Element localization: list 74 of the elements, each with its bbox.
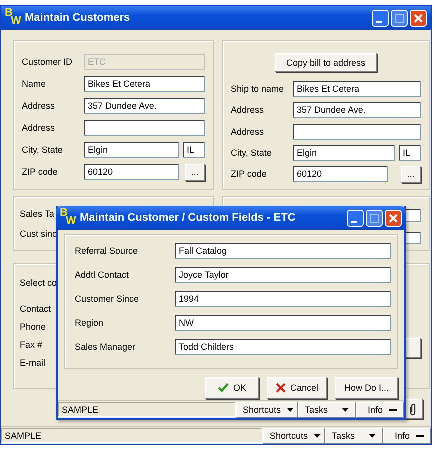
status-menu[interactable]: Info [383,428,431,444]
minimize-icon [351,220,357,222]
field-label: Addtl Contact [75,270,130,280]
text-field[interactable]: Todd Childers [175,339,391,355]
field-label: Name [22,79,48,89]
status-menu[interactable]: Shortcuts [263,428,325,444]
state-field[interactable]: IL [399,144,421,161]
dash-icon [416,434,424,436]
minimize-icon [376,20,382,22]
zip-field[interactable]: 60120 [293,166,388,182]
field-label: City, State [231,148,273,158]
minimize-button[interactable] [347,210,364,226]
status-text: SAMPLE [58,402,236,417]
caret-icon [314,434,322,438]
status-menu[interactable]: Info [356,402,404,418]
field-label: Address [22,101,56,111]
text-field[interactable]: Bikes Et Cetera [293,80,421,97]
field-label: Address [231,105,266,116]
field-label: Cust sinc [20,229,58,239]
status-menu[interactable]: Tasks [325,428,383,444]
copy-button[interactable]: Copy bill to address [275,53,377,72]
city-field[interactable]: Elgin [293,144,395,161]
minimize-button[interactable] [372,10,389,26]
text-field[interactable]: Joyce Taylor [175,267,391,283]
lookup-button[interactable]: ... [401,166,421,183]
field-label: Phone [20,322,46,332]
caret-icon [287,408,294,412]
field-label: Customer Since [75,294,140,304]
check-icon [218,383,230,393]
close-button[interactable] [410,10,427,26]
field-label: Customer ID [22,57,74,67]
window-title: Maintain Customers [25,12,132,24]
state-field[interactable]: IL [183,142,205,158]
field-label: Address [22,123,56,133]
text-field[interactable] [84,120,205,136]
field-label: E-mail [20,358,46,368]
dash-icon [389,408,397,410]
paperclip-icon [409,402,417,416]
status-menu[interactable]: Shortcuts [236,402,298,418]
field-label: ZIP code [231,169,268,180]
close-button[interactable] [385,210,402,226]
status-text: SAMPLE [1,428,263,443]
maximize-button[interactable] [366,210,383,226]
status-menu[interactable]: Tasks [298,402,356,418]
text-field[interactable]: Bikes Et Cetera [84,76,205,92]
text-field[interactable]: Fall Catalog [175,243,391,259]
app-logo: B W [5,9,21,27]
zip-field[interactable]: 60120 [84,164,179,180]
city-field[interactable]: Elgin [84,142,179,158]
field-label: Ship to name [231,84,286,94]
field-label: Address [231,126,266,137]
caret-icon [369,434,376,438]
field-label: City, State [22,145,64,155]
window-title: Maintain Customer / Custom Fields - ETC [80,212,297,224]
text-field[interactable]: 1994 [175,291,391,307]
dialog-button[interactable]: Cancel [267,377,328,399]
text-field[interactable]: NW [175,315,391,331]
maximize-button[interactable] [391,10,408,26]
dialog-button[interactable]: How Do I... [335,377,398,399]
dialog-button[interactable]: OK [205,377,260,399]
field-label: ZIP code [22,167,59,177]
field-label: Contact [20,304,52,314]
field-label: Fax # [20,340,43,350]
field-label: Referral Source [75,246,140,256]
text-field[interactable]: 357 Dundee Ave. [84,98,205,114]
field-label: Region [75,318,105,328]
field-label: Sales Ta [20,209,54,219]
caret-icon [342,408,349,412]
text-field[interactable]: 357 Dundee Ave. [293,102,421,118]
lookup-button[interactable]: ... [185,164,205,180]
app-logo: B W [60,209,76,227]
cross-icon [276,383,286,393]
text-field[interactable] [293,124,421,140]
field-label: Sales Manager [75,342,137,352]
